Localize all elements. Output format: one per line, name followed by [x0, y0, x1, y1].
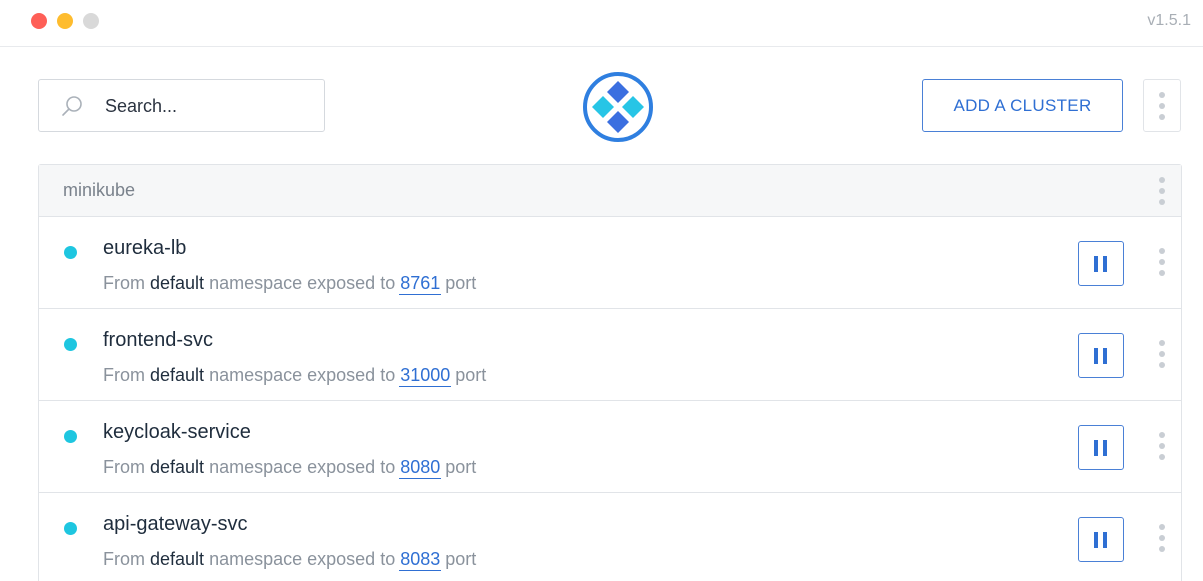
namespace: default [150, 549, 205, 569]
add-cluster-button[interactable]: ADD A CLUSTER [922, 79, 1123, 132]
service-description: From default namespace exposed to 31000 po… [103, 365, 487, 387]
more-vertical-icon [1159, 92, 1165, 120]
service-name: keycloak-service [103, 421, 251, 443]
service-description: From default namespace exposed to 8761 por… [103, 273, 477, 295]
namespace: default [150, 365, 205, 385]
zoom-window-button[interactable] [83, 13, 99, 29]
service-menu-icon[interactable] [1159, 340, 1165, 368]
minimize-window-button[interactable] [57, 13, 73, 29]
port-link[interactable]: 31000 [399, 365, 452, 387]
service-description: From default namespace exposed to 8083 por… [103, 549, 477, 571]
app-version: v1.5.1 [1147, 12, 1191, 29]
service-name: frontend-svc [103, 329, 214, 351]
app-window: v1.5.1 ADD A CLUSTER minikube [0, 0, 1203, 581]
description-prefix: From [103, 549, 145, 569]
status-indicator [64, 246, 77, 259]
close-window-button[interactable] [31, 13, 47, 29]
kubeforwarder-logo-icon [583, 72, 653, 142]
service-menu-icon[interactable] [1159, 524, 1165, 552]
port-link[interactable]: 8080 [399, 457, 442, 479]
description-middle: namespace exposed to [209, 549, 396, 569]
description-prefix: From [103, 365, 145, 385]
cluster-header: minikube [39, 165, 1181, 217]
service-row: api-gateway-svc From default namespace e… [39, 493, 1181, 581]
status-indicator [64, 430, 77, 443]
description-middle: namespace exposed to [209, 273, 396, 293]
description-middle: namespace exposed to [209, 365, 396, 385]
status-indicator [64, 522, 77, 535]
service-name: api-gateway-svc [103, 513, 248, 535]
service-row: keycloak-service From default namespace … [39, 401, 1181, 493]
pause-icon [1094, 532, 1098, 548]
service-description: From default namespace exposed to 8080 por… [103, 457, 477, 479]
description-suffix: port [445, 549, 477, 569]
port-link[interactable]: 8083 [399, 549, 442, 571]
main-menu-button[interactable] [1143, 79, 1181, 132]
pause-button[interactable] [1078, 425, 1124, 470]
description-prefix: From [103, 457, 145, 477]
search-input[interactable] [105, 92, 315, 120]
pause-icon [1094, 256, 1098, 272]
pause-button[interactable] [1078, 517, 1124, 562]
port-link[interactable]: 8761 [399, 273, 442, 295]
cluster-name: minikube [63, 180, 136, 200]
namespace: default [150, 273, 205, 293]
pause-button[interactable] [1078, 333, 1124, 378]
description-middle: namespace exposed to [209, 457, 396, 477]
description-suffix: port [445, 273, 477, 293]
description-suffix: port [455, 365, 487, 385]
cluster-panel: minikube eureka-lb From default namespac… [38, 164, 1182, 581]
search-icon [62, 96, 82, 116]
service-menu-icon[interactable] [1159, 248, 1165, 276]
service-name: eureka-lb [103, 237, 187, 259]
pause-icon [1094, 440, 1098, 456]
pause-button[interactable] [1078, 241, 1124, 286]
status-indicator [64, 338, 77, 351]
pause-icon [1094, 348, 1098, 364]
search-box[interactable] [38, 79, 325, 132]
service-row: frontend-svc From default namespace expo… [39, 309, 1181, 401]
description-prefix: From [103, 273, 145, 293]
namespace: default [150, 457, 205, 477]
service-menu-icon[interactable] [1159, 432, 1165, 460]
description-suffix: port [445, 457, 477, 477]
cluster-menu-icon[interactable] [1159, 177, 1165, 205]
service-row: eureka-lb From default namespace exposed… [39, 217, 1181, 309]
title-bar: v1.5.1 [0, 0, 1203, 47]
